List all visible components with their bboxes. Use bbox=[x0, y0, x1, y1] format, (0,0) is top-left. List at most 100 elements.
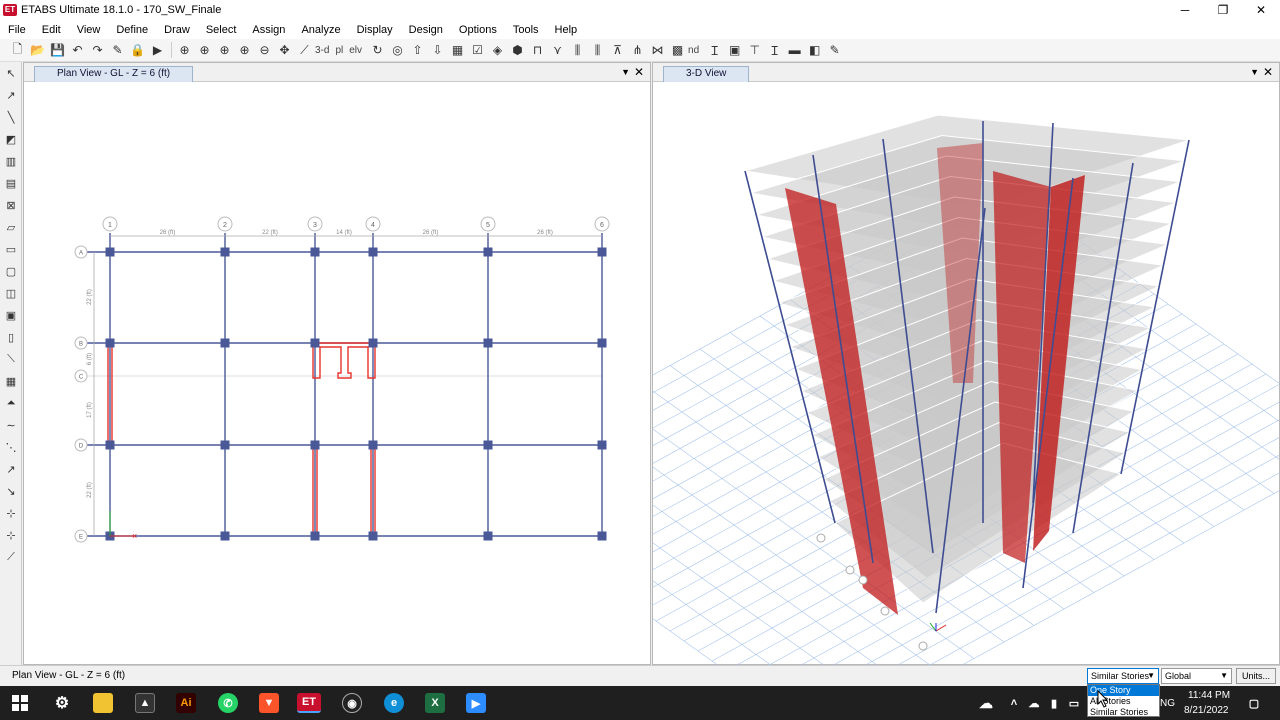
draw-joint-icon[interactable]: ╲ bbox=[2, 108, 20, 126]
save-icon[interactable]: 💾 bbox=[48, 41, 67, 59]
3d-view-close-icon[interactable]: ✕ bbox=[1263, 65, 1273, 79]
menu-assign[interactable]: Assign bbox=[244, 24, 293, 36]
spring-icon[interactable]: ⋈ bbox=[648, 41, 667, 59]
beam-section-icon[interactable]: ⊤ bbox=[745, 41, 764, 59]
draw-wall-stack-icon[interactable]: ▣ bbox=[2, 306, 20, 324]
units-button[interactable]: Units... bbox=[1236, 668, 1276, 684]
notification-icon[interactable]: ▢ bbox=[1244, 693, 1264, 713]
plan-view-menu-icon[interactable]: ▼ bbox=[621, 67, 630, 77]
draw-rect-floor-icon[interactable]: ▭ bbox=[2, 240, 20, 258]
3d-view-canvas[interactable] bbox=[653, 83, 1279, 665]
stair-icon[interactable]: ⫼ bbox=[568, 41, 587, 59]
usb-icon[interactable]: ▮ bbox=[1044, 693, 1064, 713]
move-down-icon[interactable]: ⇩ bbox=[428, 41, 447, 59]
draw-frame-icon[interactable]: ◩ bbox=[2, 130, 20, 148]
excel-icon[interactable]: X bbox=[425, 693, 445, 713]
new-file-icon[interactable]: 🗋 bbox=[8, 41, 27, 59]
3d-view-pane[interactable]: 3-D View ▼ ✕ bbox=[652, 62, 1280, 665]
draw-wave-icon[interactable]: ∼ bbox=[2, 416, 20, 434]
menu-help[interactable]: Help bbox=[547, 24, 586, 36]
language-indicator[interactable]: NG bbox=[1160, 698, 1175, 709]
support-icon[interactable]: ⊼ bbox=[608, 41, 627, 59]
select-previous-icon[interactable]: ↗ bbox=[2, 460, 20, 478]
obs-icon[interactable]: ◉ bbox=[342, 693, 362, 713]
menu-options[interactable]: Options bbox=[451, 24, 505, 36]
text-cursor-icon[interactable]: Ｉ bbox=[705, 41, 724, 59]
view-3d-button[interactable]: 3-d bbox=[315, 45, 329, 56]
menu-define[interactable]: Define bbox=[108, 24, 156, 36]
zoom-icon[interactable]: ▶ bbox=[466, 693, 486, 713]
menu-file[interactable]: File bbox=[0, 24, 34, 36]
draw-opening-icon[interactable]: ▢ bbox=[2, 262, 20, 280]
onedrive-icon[interactable]: ☁ bbox=[1024, 693, 1044, 713]
draw-grid-icon[interactable]: ▦ bbox=[2, 372, 20, 390]
tendon-icon[interactable]: ⫼ bbox=[588, 41, 607, 59]
zoom-window-icon[interactable]: ⊕ bbox=[175, 41, 194, 59]
draw-floor-icon[interactable]: ▱ bbox=[2, 218, 20, 236]
menu-edit[interactable]: Edit bbox=[34, 24, 69, 36]
area-icon[interactable]: ▩ bbox=[668, 41, 687, 59]
battery-icon[interactable]: ▭ bbox=[1064, 693, 1084, 713]
minimize-button[interactable]: ─ bbox=[1166, 0, 1204, 20]
clear-selection-icon[interactable]: ↘ bbox=[2, 482, 20, 500]
snap-grid-icon[interactable]: ⊹ bbox=[2, 526, 20, 544]
snap-icon[interactable]: ⊹ bbox=[2, 504, 20, 522]
draw-null-icon[interactable]: ▯ bbox=[2, 328, 20, 346]
draw-tendon-icon[interactable]: ⏶ bbox=[2, 394, 20, 412]
dropdown-option-similar-stories[interactable]: Similar Stories bbox=[1088, 707, 1159, 718]
plan-view-close-icon[interactable]: ✕ bbox=[634, 65, 644, 79]
section-icon[interactable]: ▣ bbox=[725, 41, 744, 59]
zoom-out-icon[interactable]: ⊖ bbox=[255, 41, 274, 59]
draw-link-icon[interactable]: ⟍ bbox=[2, 350, 20, 368]
brave-icon[interactable]: ▼ bbox=[259, 693, 279, 713]
rotate-icon[interactable]: ↻ bbox=[368, 41, 387, 59]
reshape-icon[interactable]: ↗ bbox=[2, 86, 20, 104]
pencil-icon[interactable]: ✎ bbox=[108, 41, 127, 59]
story-select[interactable]: Similar Stories ▼ bbox=[1087, 668, 1159, 684]
file-explorer-icon[interactable] bbox=[93, 693, 113, 713]
clock-time[interactable]: 11:44 PM bbox=[1188, 690, 1230, 701]
draw-beam-icon[interactable]: ▤ bbox=[2, 174, 20, 192]
perspective-icon[interactable]: ◎ bbox=[388, 41, 407, 59]
close-button[interactable]: ✕ bbox=[1242, 0, 1280, 20]
menu-tools[interactable]: Tools bbox=[505, 24, 547, 36]
column-section-icon[interactable]: Ｉ bbox=[765, 41, 784, 59]
extrusion-icon[interactable]: ⬢ bbox=[508, 41, 527, 59]
nd-button[interactable]: nd bbox=[688, 45, 699, 56]
tray-chevron-icon[interactable]: ˄ bbox=[1004, 693, 1024, 713]
snap-line-icon[interactable]: ⟋ bbox=[2, 548, 20, 566]
clock-date[interactable]: 8/21/2022 bbox=[1184, 705, 1229, 716]
frame-icon[interactable]: ⊓ bbox=[528, 41, 547, 59]
terminal-icon[interactable]: ▲ bbox=[135, 693, 155, 713]
zoom-previous-icon[interactable]: ⊕ bbox=[215, 41, 234, 59]
maximize-button[interactable]: ❐ bbox=[1204, 0, 1242, 20]
settings-icon[interactable]: ⚙ bbox=[52, 693, 72, 713]
pan-icon[interactable]: ✥ bbox=[275, 41, 294, 59]
plan-view-canvas[interactable]: 1 2 3 4 5 6 A B C D E 26 (ft) 22 (ft) 14 (ft) 26 (ft) 2… bbox=[24, 83, 650, 665]
draw-brace-icon[interactable]: ⊠ bbox=[2, 196, 20, 214]
zoom-restore-icon[interactable]: ⊕ bbox=[195, 41, 214, 59]
menu-select[interactable]: Select bbox=[198, 24, 245, 36]
undo-icon[interactable]: ↶ bbox=[68, 41, 87, 59]
menu-analyze[interactable]: Analyze bbox=[293, 24, 348, 36]
measure-icon[interactable]: ⟋ bbox=[295, 41, 314, 59]
3d-view-tab[interactable]: 3-D View bbox=[663, 66, 750, 82]
edge-icon[interactable]: e bbox=[384, 693, 404, 713]
3d-view-menu-icon[interactable]: ▼ bbox=[1250, 67, 1259, 77]
object-shrink-icon[interactable]: ▦ bbox=[448, 41, 467, 59]
etabs-taskbar-icon[interactable]: ET bbox=[297, 693, 321, 713]
draw-column-icon[interactable]: ▥ bbox=[2, 152, 20, 170]
menu-draw[interactable]: Draw bbox=[156, 24, 198, 36]
view-plan-button[interactable]: pl bbox=[335, 45, 343, 56]
pointer-icon[interactable]: ↖ bbox=[2, 64, 20, 82]
view-elevation-button[interactable]: elv bbox=[349, 45, 362, 56]
open-file-icon[interactable]: 📂 bbox=[28, 41, 47, 59]
illustrator-icon[interactable]: Ai bbox=[176, 693, 196, 713]
zoom-in-icon[interactable]: ⊕ bbox=[235, 41, 254, 59]
plan-view-tab[interactable]: Plan View - GL - Z = 6 (ft) bbox=[34, 66, 194, 82]
select-all-icon[interactable]: ⋱ bbox=[2, 438, 20, 456]
menu-design[interactable]: Design bbox=[401, 24, 451, 36]
move-up-icon[interactable]: ⇧ bbox=[408, 41, 427, 59]
slab-section-icon[interactable]: ▬ bbox=[785, 41, 804, 59]
display-options-icon[interactable]: ◈ bbox=[488, 41, 507, 59]
